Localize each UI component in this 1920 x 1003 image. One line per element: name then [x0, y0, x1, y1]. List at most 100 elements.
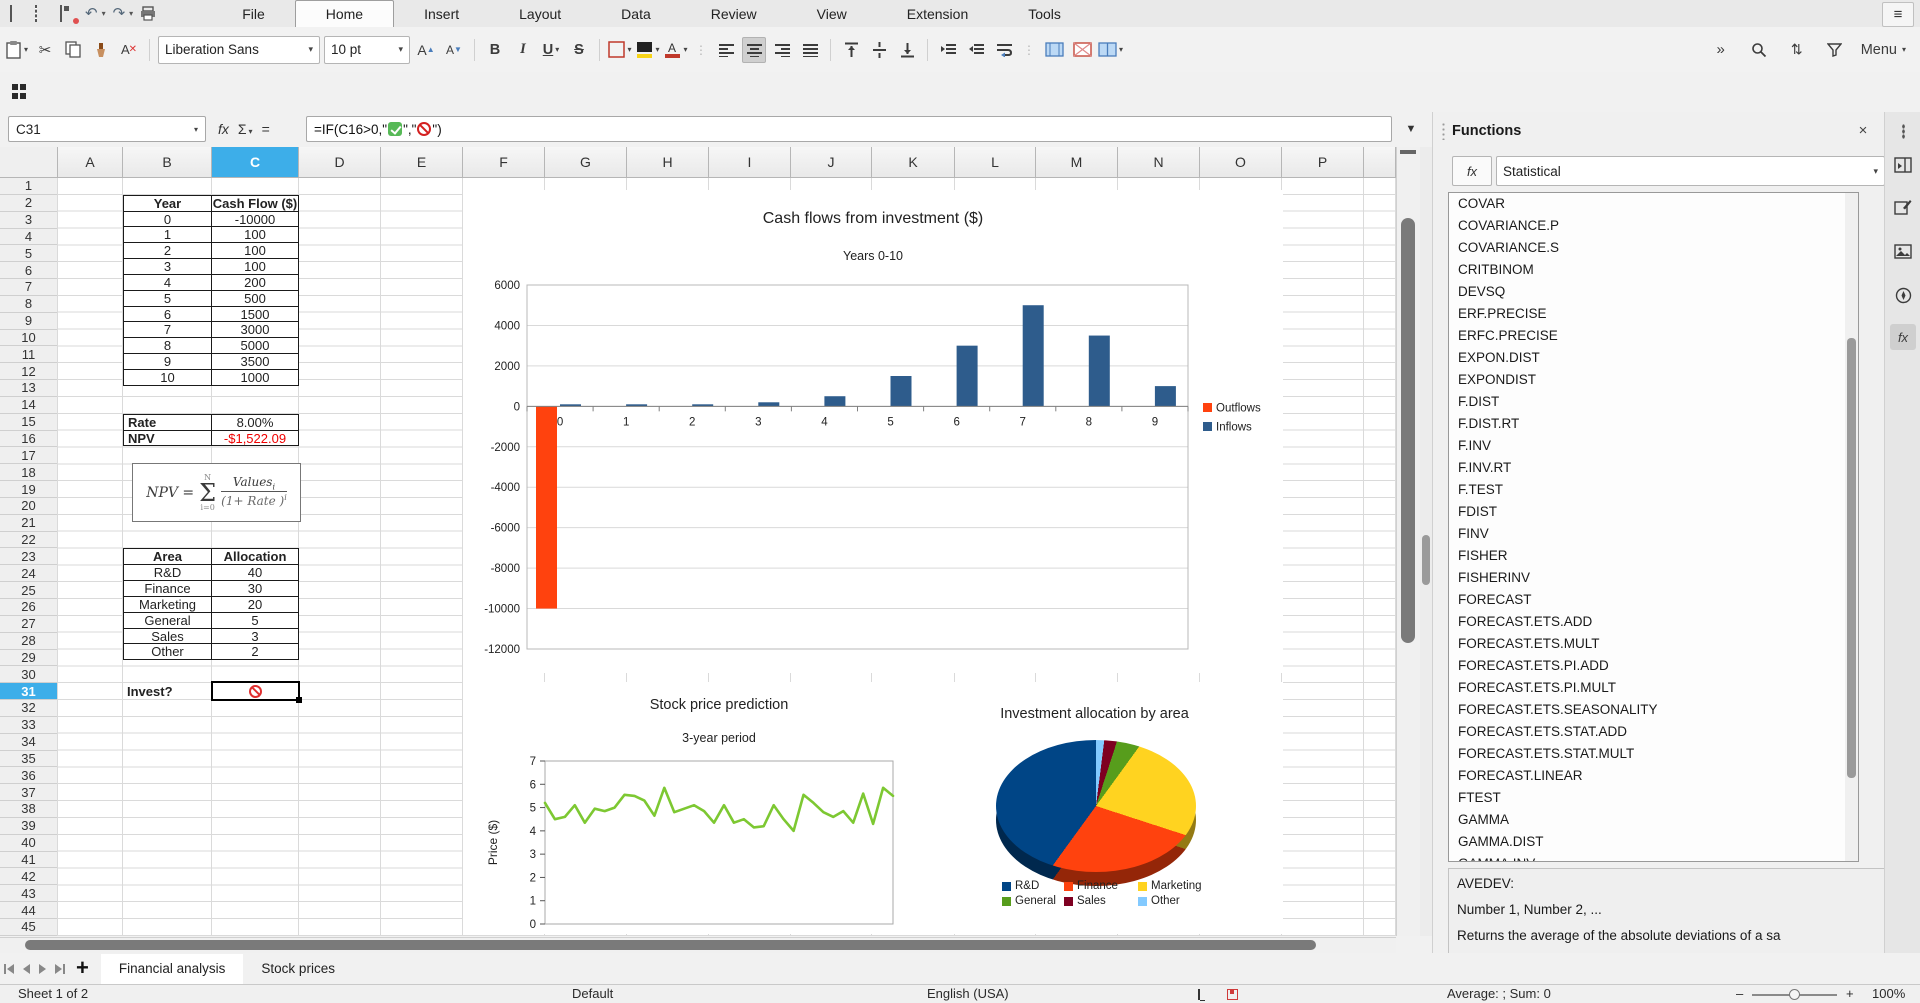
- unmerge-cells-icon[interactable]: ▾: [1098, 37, 1123, 63]
- hamburger-menu-button[interactable]: ≡: [1882, 2, 1914, 27]
- sheet-cell[interactable]: 5: [212, 613, 299, 629]
- function-item[interactable]: FTEST: [1449, 787, 1858, 809]
- function-item[interactable]: ERF.PRECISE: [1449, 303, 1858, 325]
- row-header-11[interactable]: 11: [0, 346, 58, 363]
- sheet-cell[interactable]: 5: [124, 291, 212, 307]
- sheet-cell[interactable]: 100: [212, 243, 299, 259]
- zoom-slider-knob[interactable]: [1789, 989, 1800, 1000]
- function-item[interactable]: FORECAST.ETS.STAT.MULT: [1449, 743, 1858, 765]
- merge-cells-icon[interactable]: [1070, 37, 1094, 63]
- properties-deck-icon[interactable]: [1890, 152, 1916, 178]
- sheet-cell[interactable]: 0: [124, 212, 212, 228]
- sheet-cell[interactable]: Marketing: [124, 597, 212, 613]
- vertical-scrollbar-thumb[interactable]: [1401, 218, 1415, 643]
- category-dropdown[interactable]: Statistical▾: [1496, 156, 1885, 186]
- sheet-cell[interactable]: 5000: [212, 338, 299, 354]
- function-item[interactable]: FORECAST.ETS.ADD: [1449, 611, 1858, 633]
- sheet-cell[interactable]: -$1,522.09: [212, 431, 299, 447]
- save-icon[interactable]: [60, 6, 78, 22]
- row-header-33[interactable]: 33: [0, 717, 58, 734]
- sheet-cell[interactable]: 6: [124, 307, 212, 323]
- formula-input[interactable]: =IF(C16>0,"",""): [306, 116, 1392, 142]
- name-box[interactable]: C31▾: [8, 116, 206, 142]
- last-sheet-icon[interactable]: [51, 959, 68, 979]
- function-item[interactable]: FORECAST.ETS.PI.ADD: [1449, 655, 1858, 677]
- rate-npv-table[interactable]: Rate8.00%NPV-$1,522.09: [123, 414, 299, 447]
- function-item[interactable]: FINV: [1449, 523, 1858, 545]
- row-header-4[interactable]: 4: [0, 229, 58, 246]
- function-item[interactable]: F.DIST: [1449, 391, 1858, 413]
- sheet-cell[interactable]: 7: [124, 322, 212, 338]
- function-list-scrollbar[interactable]: [1845, 193, 1858, 861]
- function-item[interactable]: FORECAST.ETS.MULT: [1449, 633, 1858, 655]
- italic-button[interactable]: I: [511, 37, 535, 63]
- fill-handle[interactable]: [296, 697, 302, 703]
- row-header-10[interactable]: 10: [0, 330, 58, 347]
- navigator-deck-icon[interactable]: [1890, 282, 1916, 308]
- sheet-cell[interactable]: 1000: [212, 370, 299, 386]
- row-header-21[interactable]: 21: [0, 515, 58, 532]
- column-header-I[interactable]: I: [709, 147, 791, 178]
- row-header-39[interactable]: 39: [0, 818, 58, 835]
- accept-formula-icon[interactable]: =: [262, 121, 270, 137]
- align-top-icon[interactable]: [839, 37, 863, 63]
- function-list[interactable]: COVARCOVARIANCE.PCOVARIANCE.SCRITBINOMDE…: [1448, 192, 1859, 862]
- column-header-L[interactable]: L: [955, 147, 1036, 178]
- npv-formula-image[interactable]: NPV = N Σ i=0 Valuesi (1+ Rate )i: [132, 463, 301, 522]
- row-header-32[interactable]: 32: [0, 700, 58, 717]
- menu-tab-extension[interactable]: Extension: [877, 0, 998, 27]
- sheet-cell[interactable]: 4: [124, 275, 212, 291]
- function-item[interactable]: GAMMA: [1449, 809, 1858, 831]
- row-header-28[interactable]: 28: [0, 633, 58, 650]
- sheet-cell[interactable]: 1: [124, 227, 212, 243]
- sheet-cell[interactable]: 10: [124, 370, 212, 386]
- sheet-cell[interactable]: Year: [124, 196, 212, 212]
- line-chart-object[interactable]: Stock price prediction3-year period01234…: [463, 682, 906, 934]
- align-right-icon[interactable]: [770, 37, 794, 63]
- new-document-icon[interactable]: [10, 6, 28, 22]
- sheet-cell[interactable]: 8.00%: [212, 415, 299, 431]
- function-item[interactable]: FORECAST.ETS.STAT.ADD: [1449, 721, 1858, 743]
- align-bottom-icon[interactable]: [895, 37, 919, 63]
- undo-icon[interactable]: ↶: [85, 6, 98, 22]
- function-item[interactable]: COVARIANCE.P: [1449, 215, 1858, 237]
- copy-icon[interactable]: [61, 37, 85, 63]
- function-item[interactable]: ERFC.PRECISE: [1449, 325, 1858, 347]
- sheet-cell[interactable]: General: [124, 613, 212, 629]
- row-header-41[interactable]: 41: [0, 852, 58, 869]
- row-header-6[interactable]: 6: [0, 262, 58, 279]
- align-justify-icon[interactable]: [798, 37, 822, 63]
- sheet-cell[interactable]: 1500: [212, 307, 299, 323]
- font-size-combobox[interactable]: 10 pt▾: [324, 36, 410, 64]
- function-item[interactable]: GAMMA.INV: [1449, 853, 1858, 862]
- sheet-cell[interactable]: R&D: [124, 565, 212, 581]
- row-header-20[interactable]: 20: [0, 498, 58, 515]
- shrink-font-icon[interactable]: A▼: [442, 37, 466, 63]
- row-header-25[interactable]: 25: [0, 582, 58, 599]
- sheet-cell[interactable]: 2: [124, 243, 212, 259]
- sheet-cell[interactable]: -10000: [212, 212, 299, 228]
- align-vcenter-icon[interactable]: [867, 37, 891, 63]
- menu-tab-insert[interactable]: Insert: [394, 0, 489, 27]
- font-name-combobox[interactable]: Liberation Sans▾: [158, 36, 320, 64]
- sheet-cell[interactable]: Finance: [124, 581, 212, 597]
- open-file-icon[interactable]: [35, 6, 53, 22]
- row-header-8[interactable]: 8: [0, 296, 58, 313]
- expand-formula-bar-icon[interactable]: ▼: [1398, 120, 1424, 138]
- sidebar-close-icon[interactable]: ×: [1853, 120, 1873, 140]
- menu-tab-review[interactable]: Review: [681, 0, 787, 27]
- function-item[interactable]: EXPONDIST: [1449, 369, 1858, 391]
- function-item[interactable]: FORECAST.ETS.SEASONALITY: [1449, 699, 1858, 721]
- sidebar-hide-grip[interactable]: [1420, 147, 1432, 936]
- row-header-1[interactable]: 1: [0, 178, 58, 195]
- column-header-J[interactable]: J: [791, 147, 872, 178]
- sheet-cell[interactable]: 9: [124, 354, 212, 370]
- print-icon[interactable]: [140, 6, 158, 22]
- autofilter-icon[interactable]: [1823, 37, 1847, 63]
- redo-dropdown-icon[interactable]: ▾: [129, 9, 133, 18]
- column-header-B[interactable]: B: [123, 147, 212, 178]
- row-header-31[interactable]: 31: [0, 683, 58, 700]
- indent-decrease-icon[interactable]: [964, 37, 988, 63]
- menu-tab-file[interactable]: File: [212, 0, 295, 27]
- function-item[interactable]: F.INV.RT: [1449, 457, 1858, 479]
